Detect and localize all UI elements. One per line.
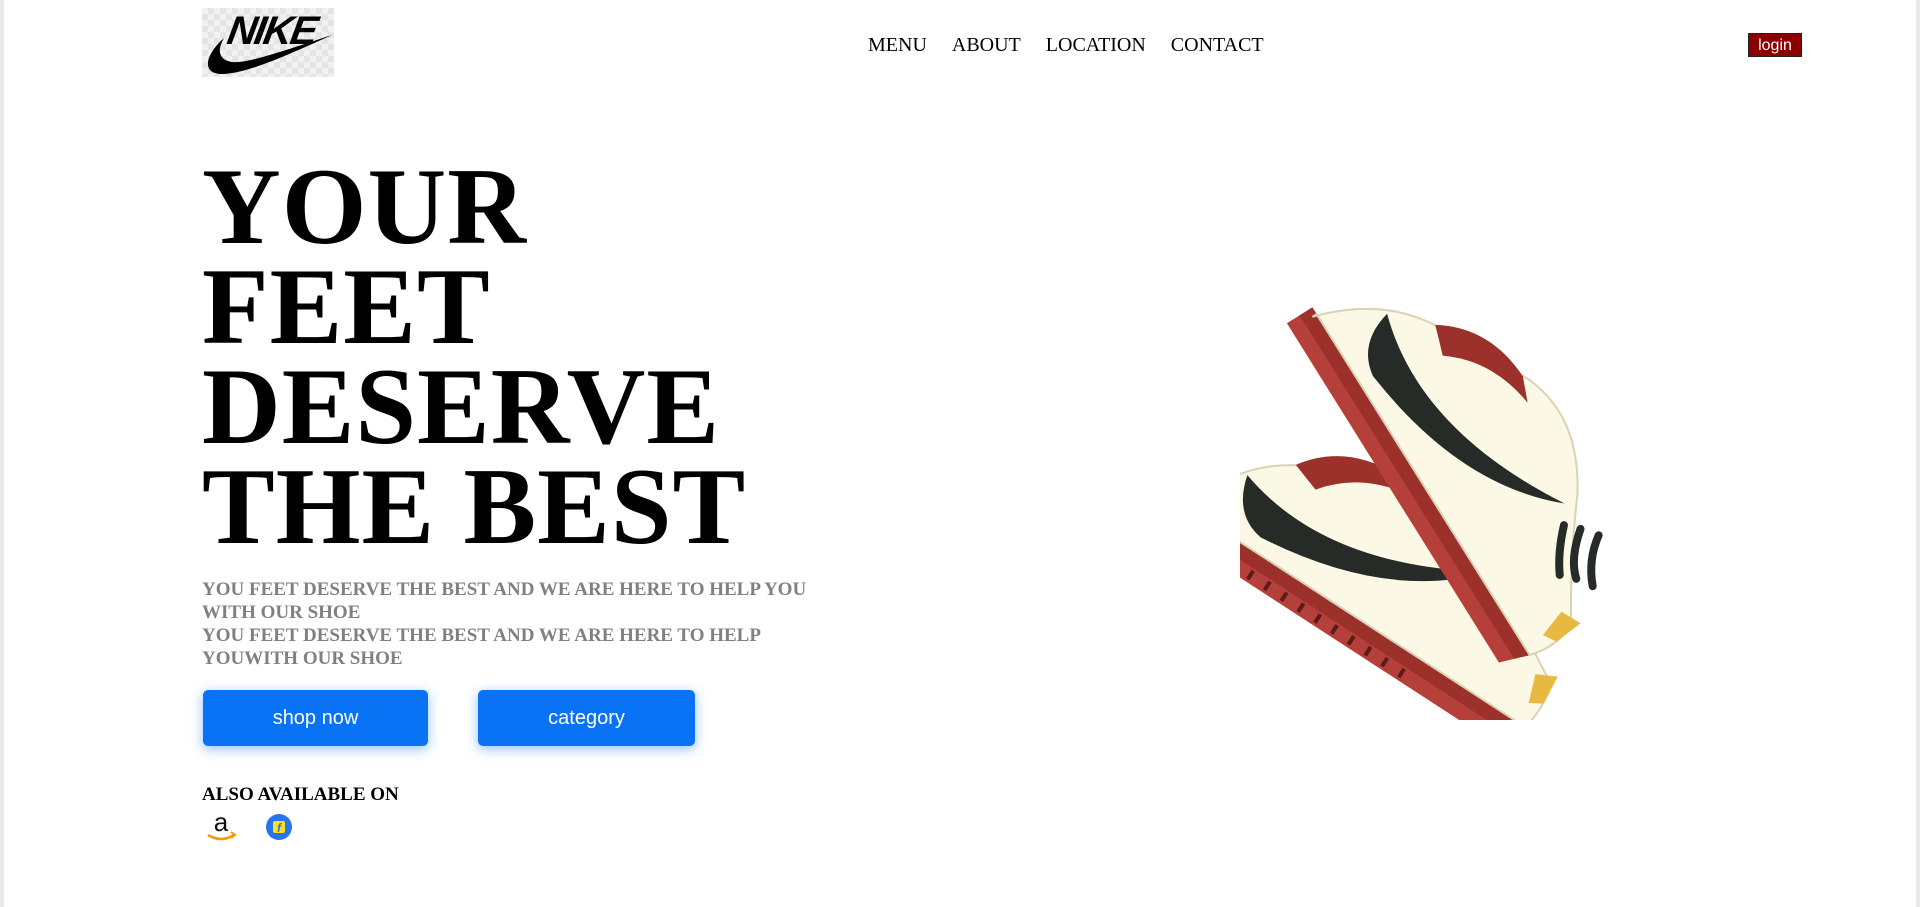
main-nav: MENU ABOUT LOCATION CONTACT	[868, 33, 1264, 57]
amazon-icon[interactable]: a	[203, 810, 239, 844]
nike-logo[interactable]: NIKE	[202, 8, 334, 77]
subtext-paragraph: YOU FEET DESERVE THE BEST AND WE ARE HER…	[202, 625, 760, 669]
headline-line: THE BEST	[202, 446, 747, 567]
svg-text:a: a	[214, 810, 229, 837]
category-button[interactable]: category	[478, 690, 695, 746]
headline-line: YOUR	[202, 146, 527, 267]
page-frame-left	[0, 0, 4, 907]
nav-about[interactable]: ABOUT	[952, 33, 1021, 57]
page-frame-right	[1916, 0, 1920, 907]
hero-headline: YOUR FEET DESERVE THE BEST	[202, 146, 747, 567]
also-available-label: ALSO AVAILABLE ON	[202, 784, 399, 805]
shop-now-button[interactable]: shop now	[203, 690, 428, 746]
headline-line: DESERVE	[202, 346, 721, 467]
subtext-paragraph: YOU FEET DESERVE THE BEST AND WE ARE HER…	[202, 579, 807, 623]
swoosh-icon	[207, 35, 332, 74]
sneakers-image	[1240, 307, 1603, 720]
flipkart-icon[interactable]: f	[265, 813, 293, 841]
login-button[interactable]: login	[1748, 33, 1802, 57]
hero-subtext: YOU FEET DESERVE THE BEST AND WE ARE HER…	[202, 578, 822, 670]
nav-location[interactable]: LOCATION	[1046, 33, 1146, 57]
nav-menu[interactable]: MENU	[868, 33, 927, 57]
nav-contact[interactable]: CONTACT	[1171, 33, 1264, 57]
headline-line: FEET	[202, 246, 491, 367]
